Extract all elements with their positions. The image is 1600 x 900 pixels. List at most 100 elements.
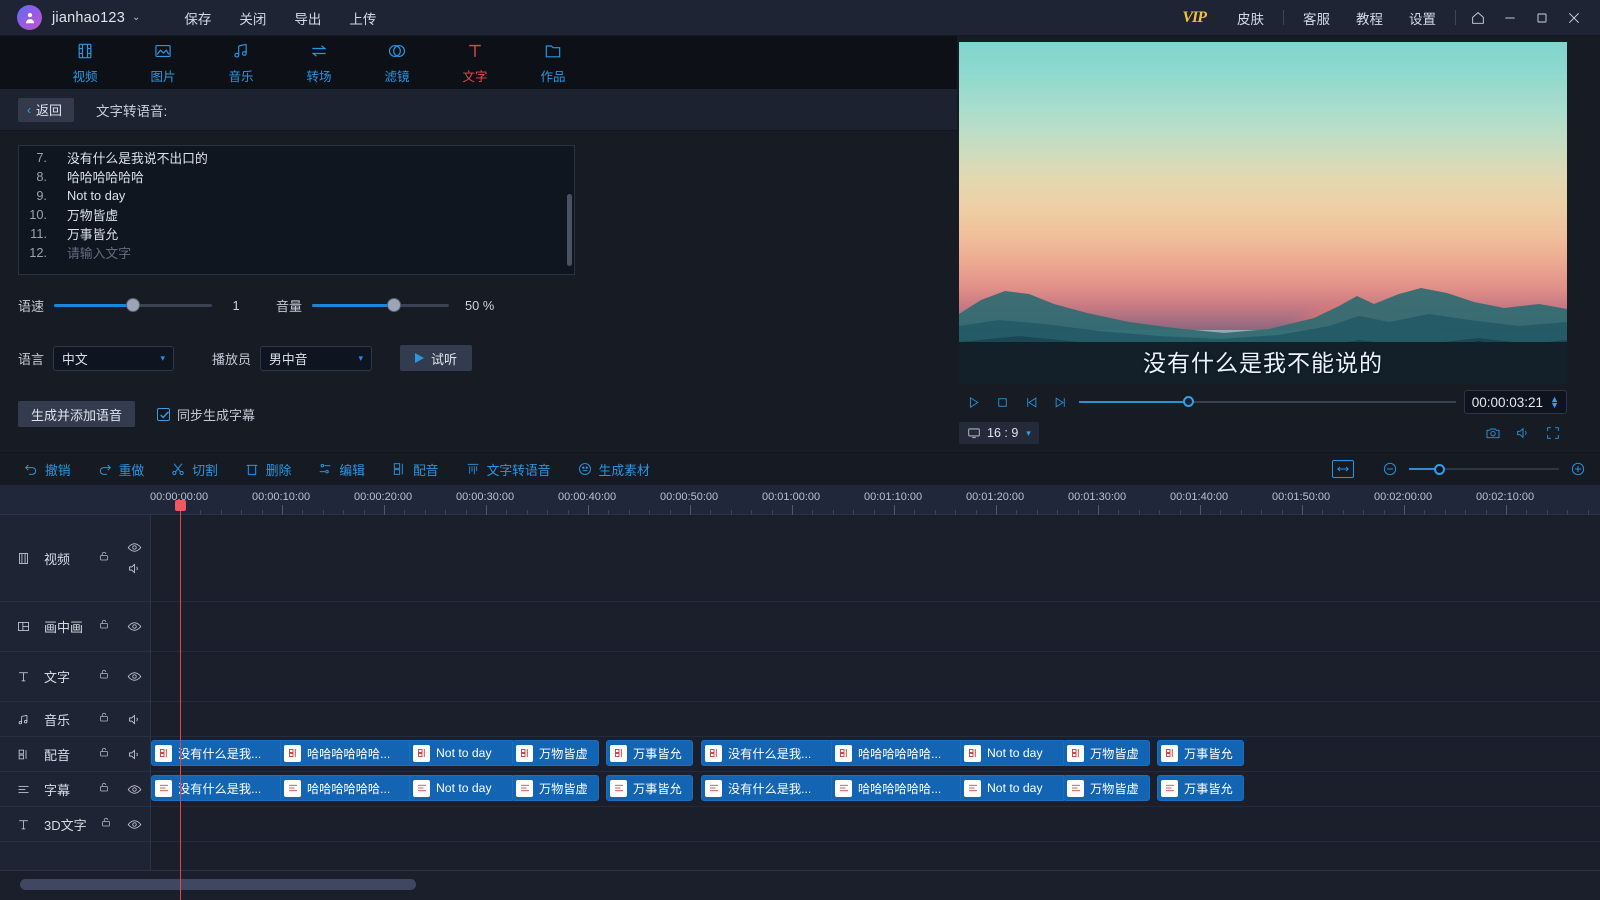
unlock-icon[interactable] (98, 617, 110, 636)
list-item[interactable]: 11. 万事皆允 (19, 222, 574, 242)
vip-badge[interactable]: VIP (1182, 9, 1207, 27)
dubbing-button[interactable]: 配音 (378, 453, 452, 486)
close-button[interactable] (1558, 0, 1590, 36)
timeline-horizontal-scrollbar[interactable] (20, 879, 416, 890)
chevron-down-icon[interactable]: ⌄ (132, 12, 140, 23)
maximize-button[interactable] (1526, 0, 1558, 36)
subtitle-clip[interactable]: 哈哈哈哈哈哈... (831, 775, 968, 801)
zoom-slider[interactable] (1409, 463, 1559, 475)
sync-subtitle-toggle[interactable]: 同步生成字幕 (157, 405, 255, 424)
dubbing-clip[interactable]: 哈哈哈哈哈哈... (280, 740, 417, 766)
eye-icon[interactable] (127, 782, 142, 797)
tts-text-list[interactable]: 7. 没有什么是我说不出口的 8. 哈哈哈哈哈哈 9. Not to day 1… (18, 145, 575, 275)
home-button[interactable] (1462, 0, 1494, 36)
textlist-scrollbar[interactable] (567, 194, 572, 266)
fit-timeline-button[interactable] (1332, 460, 1354, 478)
generate-material-button[interactable]: 生成素材 (564, 453, 663, 486)
dubbing-clip[interactable]: 万物皆虚 (512, 740, 599, 766)
dubbing-clip[interactable]: 没有什么是我... (151, 740, 288, 766)
speed-slider[interactable] (54, 299, 213, 311)
zoom-minus-icon[interactable] (1382, 461, 1398, 477)
redo-button[interactable]: 重做 (84, 453, 158, 486)
zoom-slider-knob[interactable] (1434, 463, 1445, 475)
speaker-select[interactable]: 男中音 ▾ (260, 345, 373, 371)
menu-item-skin[interactable]: 皮肤 (1224, 8, 1277, 28)
video-preview[interactable]: 没有什么是我不能说的 (959, 42, 1567, 384)
track-header-subtitle[interactable]: 字幕 (0, 772, 150, 807)
list-item-new[interactable]: 12. 请输入文字 (19, 241, 574, 261)
unlock-icon[interactable] (98, 667, 110, 686)
unlock-icon[interactable] (100, 815, 112, 834)
menu-item-save[interactable]: 保存 (170, 4, 225, 32)
snapshot-camera-icon[interactable] (1485, 425, 1501, 441)
tab-music[interactable]: 音乐 (202, 40, 280, 85)
prev-frame-button[interactable] (1017, 387, 1046, 417)
eye-icon[interactable] (127, 669, 142, 684)
dubbing-clip[interactable]: Not to day (409, 740, 515, 766)
unlock-icon[interactable] (98, 780, 110, 799)
aspect-ratio-select[interactable]: 16 : 9 ▾ (959, 422, 1039, 444)
play-button[interactable] (959, 387, 988, 417)
avatar[interactable] (17, 5, 42, 30)
preview-listen-button[interactable]: 试听 (400, 345, 473, 371)
subtitle-clip[interactable]: Not to day (409, 775, 515, 801)
undo-button[interactable]: 撤销 (10, 453, 84, 486)
tts-button[interactable]: 文字转语音 (452, 453, 564, 486)
track-header-music[interactable]: 音乐 (0, 702, 150, 737)
edit-button[interactable]: 编辑 (304, 453, 378, 486)
speaker-icon[interactable] (127, 747, 142, 762)
generate-voice-button[interactable]: 生成并添加语音 (18, 401, 136, 427)
subtitle-clip[interactable]: 万物皆虚 (512, 775, 599, 801)
volume-slider-knob[interactable] (388, 299, 401, 311)
tab-image[interactable]: 图片 (124, 40, 202, 85)
subtitle-clip[interactable]: 没有什么是我... (701, 775, 838, 801)
unlock-icon[interactable] (98, 549, 110, 568)
subtitle-clip[interactable]: 万事皆允 (606, 775, 693, 801)
subtitle-clip[interactable]: 万事皆允 (1157, 775, 1244, 801)
lane-music[interactable] (151, 702, 1600, 737)
stepper-icon[interactable]: ▲ ▼ (1550, 395, 1559, 410)
menu-item-support[interactable]: 客服 (1290, 8, 1343, 28)
unlock-icon[interactable] (98, 710, 110, 729)
speed-slider-knob[interactable] (127, 299, 140, 311)
list-item[interactable]: 8. 哈哈哈哈哈哈 (19, 165, 574, 185)
eye-icon[interactable] (127, 540, 142, 555)
lane-3dtext[interactable] (151, 807, 1600, 842)
speaker-icon[interactable] (127, 561, 142, 576)
dubbing-clip[interactable]: 没有什么是我... (701, 740, 838, 766)
back-button[interactable]: ‹ 返回 (18, 97, 75, 122)
timeline-ruler[interactable]: 00:00:00:00 00:00:10:00 00:00:20:00 00:0… (0, 485, 1600, 515)
menu-item-upload[interactable]: 上传 (335, 4, 390, 32)
tab-filter[interactable]: 滤镜 (358, 40, 436, 85)
menu-item-export[interactable]: 导出 (280, 4, 335, 32)
subtitle-clip[interactable]: 万物皆虚 (1063, 775, 1150, 801)
menu-item-close[interactable]: 关闭 (225, 4, 280, 32)
menu-item-tutorial[interactable]: 教程 (1343, 8, 1396, 28)
menu-item-settings[interactable]: 设置 (1396, 8, 1449, 28)
list-item[interactable]: 9. Not to day (19, 184, 574, 203)
timecode-field[interactable]: 00:00:03:21 ▲ ▼ (1463, 390, 1567, 414)
subtitle-clip[interactable]: 没有什么是我... (151, 775, 288, 801)
tab-transition[interactable]: 转场 (280, 40, 358, 85)
split-button[interactable]: 切割 (157, 453, 231, 486)
tab-text[interactable]: 文字 (436, 40, 514, 85)
track-header-dubbing[interactable]: 配音 (0, 737, 150, 772)
lane-text[interactable] (151, 652, 1600, 702)
lane-video[interactable] (151, 515, 1600, 602)
list-item[interactable]: 10. 万物皆虚 (19, 203, 574, 223)
language-select[interactable]: 中文 ▾ (53, 345, 175, 371)
dubbing-clip[interactable]: 万事皆允 (606, 740, 693, 766)
volume-slider[interactable] (312, 299, 450, 311)
eye-icon[interactable] (127, 619, 142, 634)
minimize-button[interactable] (1494, 0, 1526, 36)
next-frame-button[interactable] (1046, 387, 1075, 417)
track-header-pip[interactable]: 画中画 (0, 602, 150, 652)
tab-video[interactable]: 视频 (46, 40, 124, 85)
lane-pip[interactable] (151, 602, 1600, 652)
dubbing-clip[interactable]: 万物皆虚 (1063, 740, 1150, 766)
dubbing-clip[interactable]: Not to day (960, 740, 1066, 766)
lane-dubbing[interactable]: 没有什么是我... 哈哈哈哈哈哈... Not to day 万物皆虚 万事皆允 没有什么… (151, 737, 1600, 772)
checkbox[interactable] (157, 407, 171, 421)
subtitle-clip[interactable]: 哈哈哈哈哈哈... (280, 775, 417, 801)
tab-works[interactable]: 作品 (514, 40, 592, 85)
